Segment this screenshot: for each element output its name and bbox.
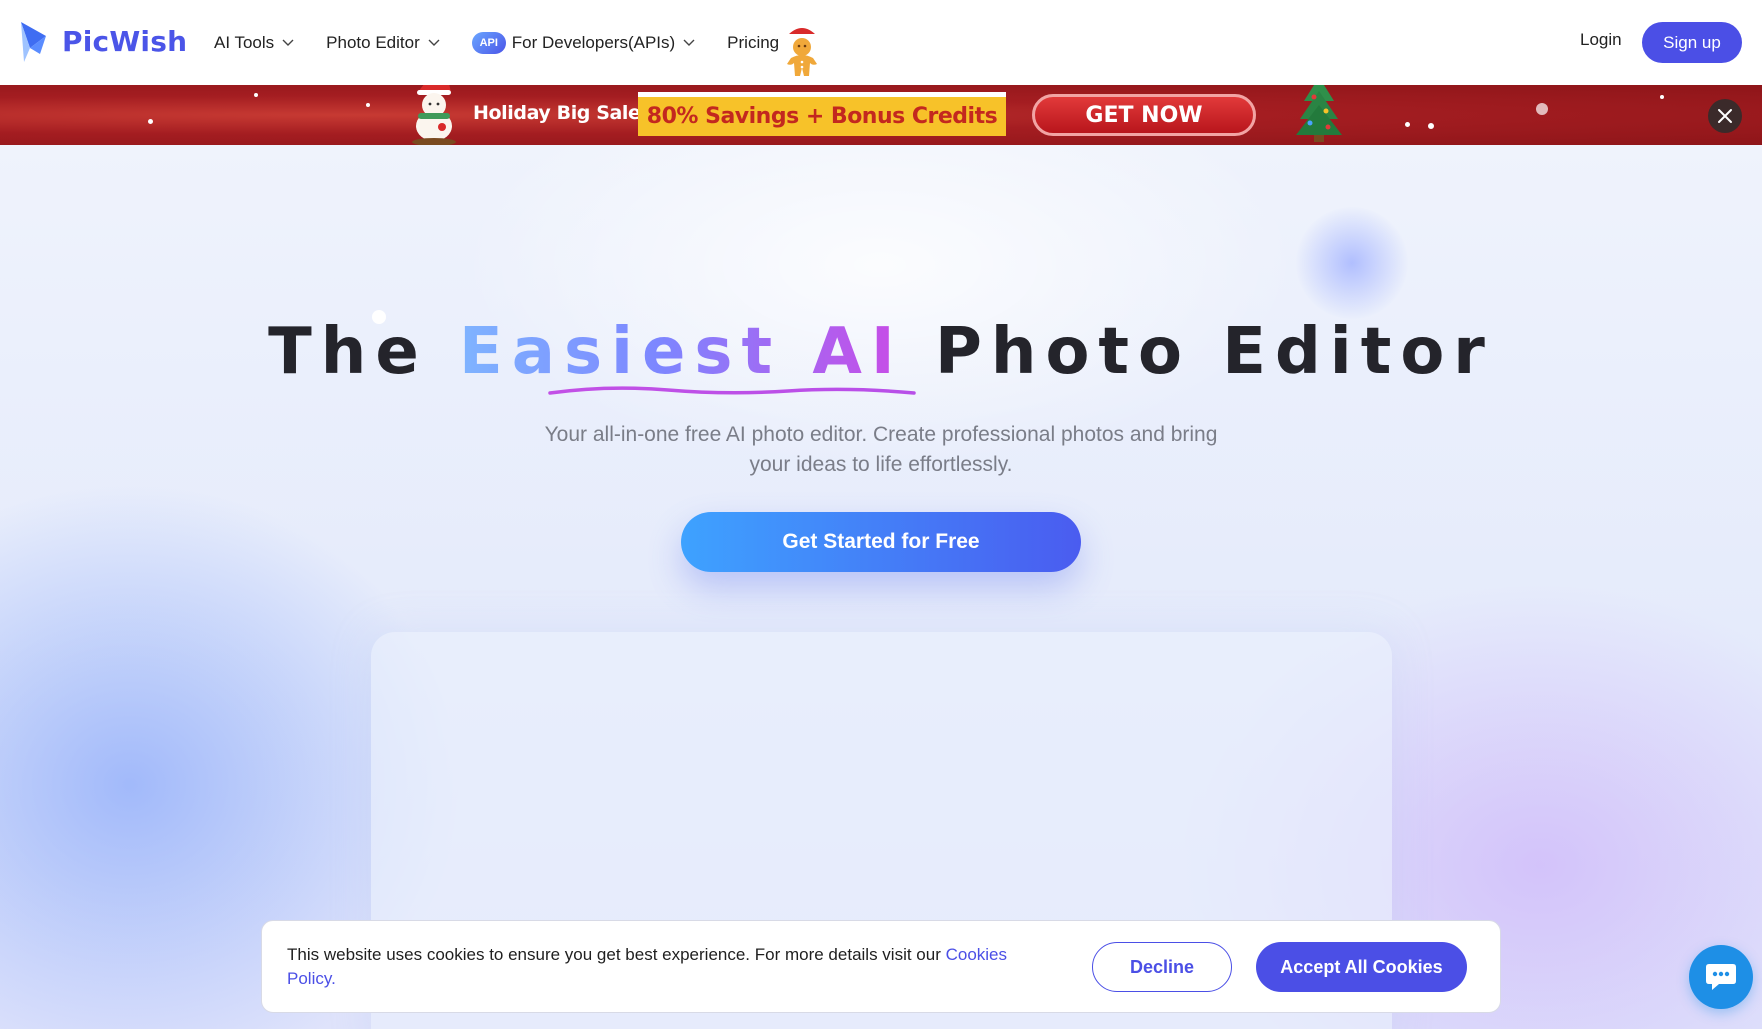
gingerbread-santa-icon	[785, 26, 823, 76]
get-started-button[interactable]: Get Started for Free	[681, 512, 1081, 572]
hero-subtitle: Your all-in-one free AI photo editor. Cr…	[544, 423, 1218, 476]
headline-highlight: Easiest AI	[459, 315, 904, 389]
nav-pricing-label: Pricing	[727, 32, 780, 52]
nav-ai-tools[interactable]: AI Tools	[214, 33, 294, 53]
snowman-icon	[412, 85, 456, 145]
picwish-logo-icon	[21, 22, 46, 62]
nav-photo-editor[interactable]: Photo Editor	[326, 33, 440, 53]
nav-photo-editor-label: Photo Editor	[326, 32, 420, 52]
snowflake-decoration	[254, 93, 258, 97]
chevron-down-icon	[683, 39, 695, 46]
accept-all-cookies-button[interactable]: Accept All Cookies	[1256, 942, 1467, 992]
get-now-button[interactable]: GET NOW	[1032, 94, 1256, 136]
snowflake-decoration	[1660, 95, 1664, 99]
snowflake-decoration	[148, 119, 153, 124]
snowflake-decoration	[1536, 103, 1548, 115]
christmas-tree-icon	[1296, 85, 1342, 142]
snowflake-decoration	[1428, 123, 1434, 129]
holiday-sale-banner[interactable]: Holiday Big Sale 80% Savings + Bonus Cre…	[0, 85, 1762, 145]
close-icon	[1718, 109, 1732, 123]
login-link[interactable]: Login	[1580, 30, 1622, 50]
chevron-down-icon	[428, 39, 440, 46]
decline-cookies-button[interactable]: Decline	[1092, 942, 1232, 992]
chat-icon	[1706, 964, 1736, 990]
highlight-underline	[548, 386, 916, 395]
nav-developers-label: For Developers(APIs)	[511, 32, 676, 52]
main-nav: AI Tools Photo Editor API For Developers…	[214, 0, 811, 85]
nav-developers[interactable]: API For Developers(APIs)	[471, 31, 695, 54]
brand-name: PicWish	[62, 24, 188, 58]
hero-section: The Easiest AI Photo Editor Your all-in-…	[0, 145, 1762, 1029]
banner-close-button[interactable]	[1708, 99, 1742, 133]
signup-button[interactable]: Sign up	[1642, 22, 1742, 63]
snowflake-decoration	[366, 103, 370, 107]
hero-headline: The Easiest AI Photo Editor	[0, 315, 1762, 389]
nav-pricing[interactable]: Pricing	[727, 33, 779, 53]
cookie-consent-bar: This website uses cookies to ensure you …	[261, 920, 1501, 1013]
banner-title: Holiday Big Sale	[473, 102, 641, 124]
headline-suffix: Photo Editor	[903, 315, 1494, 389]
cookie-message-text: This website uses cookies to ensure you …	[287, 945, 946, 964]
chat-support-button[interactable]	[1689, 945, 1753, 1009]
banner-offer: 80% Savings + Bonus Credits	[638, 92, 1006, 136]
brand-logo[interactable]: PicWish	[18, 18, 187, 64]
cookie-message: This website uses cookies to ensure you …	[287, 943, 1047, 991]
snowflake-decoration	[1405, 122, 1410, 127]
api-cloud-icon: API	[471, 31, 506, 54]
decorative-blob	[1296, 207, 1408, 319]
nav-ai-tools-label: AI Tools	[214, 32, 275, 52]
site-header: PicWish AI Tools Photo Editor API For De…	[0, 0, 1762, 85]
chevron-down-icon	[282, 39, 294, 46]
headline-prefix: The	[268, 315, 460, 389]
